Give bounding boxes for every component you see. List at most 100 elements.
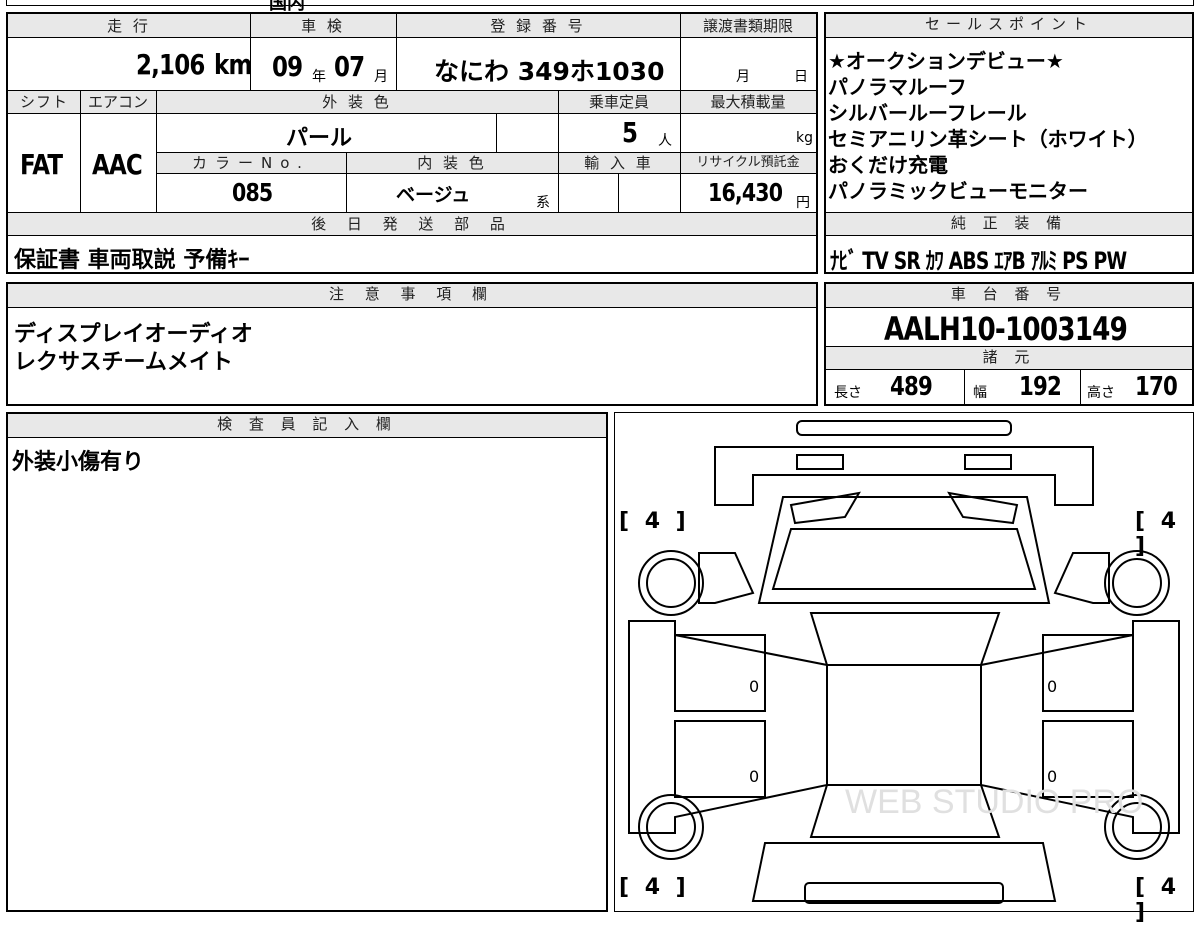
height-value: 170 — [1135, 372, 1178, 402]
windshield — [757, 496, 1051, 604]
recycle-label: リサイクル預託金 — [696, 155, 800, 170]
max-load-value: kg — [680, 114, 816, 152]
later-parts-label: 後 日 発 送 部 品 — [311, 215, 513, 233]
spec-height: 高さ 170 — [1080, 370, 1192, 404]
recycle-value: 16,430 円 — [680, 174, 816, 212]
tire-rear-right-rating: [ 4 ] — [1135, 875, 1181, 925]
chassis-no-value: AALH10-1003149 — [884, 310, 1128, 348]
shift-label: シフト — [19, 93, 68, 111]
front-wheel-left — [638, 550, 704, 616]
trunk — [751, 842, 1057, 902]
car-diagram-block: WEB STUDIO PRO [ 4 ] [ 4 ] [ 4 ] [ 4 ] 0… — [614, 412, 1194, 925]
side-body-left — [628, 620, 828, 834]
capacity-value: 5 人 — [558, 114, 680, 152]
inspection-label: 車 検 — [301, 17, 345, 35]
mileage-unit: km — [214, 48, 252, 81]
roof-front — [809, 612, 1001, 666]
tire-front-right-rating: [ 4 ] — [1135, 509, 1181, 559]
length-label: 長さ — [834, 385, 862, 401]
capacity-unit: 人 — [658, 133, 672, 149]
shift-text: FAT — [20, 148, 63, 181]
length-value: 489 — [890, 372, 933, 402]
max-load-label: 最大積載量 — [710, 93, 786, 111]
roof-panel — [826, 664, 982, 786]
inspection-value: 09 年 07 月 — [250, 40, 396, 90]
interior-color-value: ベージュ 系 — [346, 174, 558, 212]
headlight-left — [796, 454, 844, 470]
car-diagram: WEB STUDIO PRO — [628, 420, 1180, 904]
notes-label: 注 意 事 項 欄 — [8, 284, 816, 308]
front-fender-left — [698, 552, 755, 604]
door-mark-front-left: 0 — [749, 677, 760, 696]
later-parts-value: 保証書 車両取説 予備ｷｰ — [8, 236, 816, 273]
capacity-label: 乗車定員 — [588, 93, 649, 111]
spec-block: 走 行 車 検 登 録 番 号 譲渡書類期限 2,106 km 09 年 07 … — [6, 12, 818, 274]
registration-number: なにわ 349ホ1030 — [434, 57, 665, 86]
notes-block: 注 意 事 項 欄 ディスプレイオーディオ レクサスチームメイト — [6, 282, 818, 406]
deadline-day-unit: 日 — [794, 69, 808, 85]
inspector-comment: 外装小傷有り — [12, 450, 145, 475]
color-no-label: カラーNo. — [192, 154, 310, 172]
spec-length: 長さ 489 — [826, 370, 964, 404]
import-label: 輸 入 車 — [584, 154, 654, 172]
notes-line-2: レクサスチームメイト — [14, 350, 233, 375]
exterior-color-label: 外 装 色 — [322, 93, 392, 111]
width-value: 192 — [1019, 372, 1062, 402]
mileage-value: 2,106 km — [8, 40, 252, 90]
door-mark-rear-left: 0 — [749, 767, 760, 786]
sales-point-item: ★オークションデビュー★ — [828, 49, 1064, 73]
interior-color-label: 内 装 色 — [417, 154, 487, 172]
inspector-block: 検 査 員 記 入 欄 外装小傷有り — [6, 412, 608, 912]
front-door-left — [674, 634, 766, 712]
height-label: 高さ — [1087, 385, 1115, 401]
aircon-label: エアコン — [87, 93, 148, 111]
inspection-month-unit: 月 — [374, 69, 388, 85]
diagram-watermark: WEB STUDIO PRO — [845, 783, 1143, 821]
registration-value: なにわ 349ホ1030 — [396, 40, 680, 90]
recycle-number: 16,430 — [708, 178, 783, 207]
interior-color-suffix: 系 — [536, 195, 550, 211]
deadline-month-unit: 月 — [736, 69, 750, 85]
inspection-year: 09 — [272, 50, 303, 83]
mileage-number: 2,106 — [136, 48, 205, 81]
sales-points-block: セールスポイント ★オークションデビュー★ パノラマルーフ シルバールーフレール… — [824, 12, 1194, 275]
transfer-deadline-value: 月 日 — [680, 40, 816, 90]
genuine-equipment-label: 純 正 装 備 — [826, 212, 1192, 236]
rear-wheel-left — [638, 794, 704, 860]
shift-value: FAT — [8, 114, 80, 212]
sales-points-list: ★オークションデビュー★ パノラマルーフ シルバールーフレール セミアニリン革シ… — [828, 48, 1190, 204]
aircon-text: AAC — [92, 148, 143, 181]
max-load-unit: kg — [796, 130, 813, 146]
spec-width: 幅 192 — [964, 370, 1080, 404]
specs-label: 諸 元 — [826, 346, 1192, 370]
front-door-right — [1042, 634, 1134, 712]
door-mark-rear-right: 0 — [1047, 767, 1058, 786]
tire-front-left-rating: [ 4 ] — [619, 509, 690, 534]
front-bumper — [796, 420, 1012, 436]
sales-point-item: セミアニリン革シート（ホワイト） — [828, 127, 1148, 151]
inspection-year-unit: 年 — [312, 69, 326, 85]
width-label: 幅 — [973, 385, 987, 401]
front-wheel-right — [1104, 550, 1170, 616]
exterior-color-value: パール — [156, 114, 496, 152]
sales-point-item: パノラマルーフ — [828, 75, 967, 99]
front-glass — [771, 528, 1037, 590]
chassis-block: 車 台 番 号 AALH10-1003149 諸 元 長さ 489 幅 192 … — [824, 282, 1194, 406]
sales-point-item: おくだけ充電 — [828, 153, 948, 177]
chassis-no-label: 車 台 番 号 — [826, 284, 1192, 308]
sales-points-label: セールスポイント — [826, 14, 1192, 38]
top-strip: 国内 — [6, 0, 1194, 14]
color-no-text: 085 — [232, 178, 273, 207]
interior-color-text: ベージュ — [396, 184, 471, 206]
registration-label: 登 録 番 号 — [490, 17, 586, 35]
inspection-month: 07 — [334, 50, 365, 83]
later-parts-text: 保証書 車両取説 予備ｷｰ — [14, 248, 250, 273]
mileage-label: 走 行 — [107, 17, 151, 35]
sales-point-item: シルバールーフレール — [828, 101, 1027, 125]
genuine-equipment-value: ﾅﾋﾞ TV SR ｶﾜ ABS ｴｱB ｱﾙﾐ PS PW — [830, 247, 1127, 275]
exterior-color-text: パール — [286, 126, 353, 151]
aircon-value: AAC — [80, 114, 156, 212]
headlight-right — [964, 454, 1012, 470]
front-fender-right — [1053, 552, 1110, 604]
recycle-unit: 円 — [796, 195, 810, 211]
